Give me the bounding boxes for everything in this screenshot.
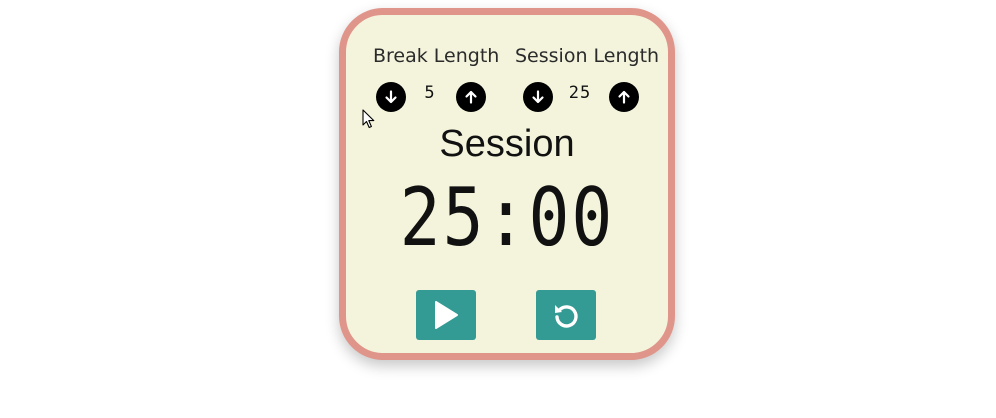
mouse-pointer-icon: [362, 109, 376, 133]
timer-label: Session: [439, 123, 575, 165]
break-increment-button[interactable]: [456, 82, 486, 112]
session-increment-button[interactable]: [609, 82, 639, 112]
break-label: Break Length: [373, 45, 500, 67]
reset-button[interactable]: [536, 290, 596, 340]
session-decrement-button[interactable]: [523, 82, 553, 112]
break-decrement-button[interactable]: [376, 82, 406, 112]
break-length-value: 5: [424, 83, 436, 103]
session-length-label: Session Length: [515, 45, 660, 67]
play-icon: [433, 300, 459, 330]
arrow-up-icon: [463, 89, 479, 105]
session-length-value: 25: [568, 83, 592, 103]
time-left-display: 25:00: [399, 171, 615, 266]
reset-icon: [551, 300, 581, 330]
start-stop-button[interactable]: [416, 290, 476, 340]
pomodoro-clock: Break Length 5 Session Length 25 Session…: [339, 8, 675, 360]
arrow-up-icon: [616, 89, 632, 105]
arrow-down-icon: [530, 89, 546, 105]
page: Break Length 5 Session Length 25 Session…: [0, 0, 996, 418]
arrow-down-icon: [383, 89, 399, 105]
